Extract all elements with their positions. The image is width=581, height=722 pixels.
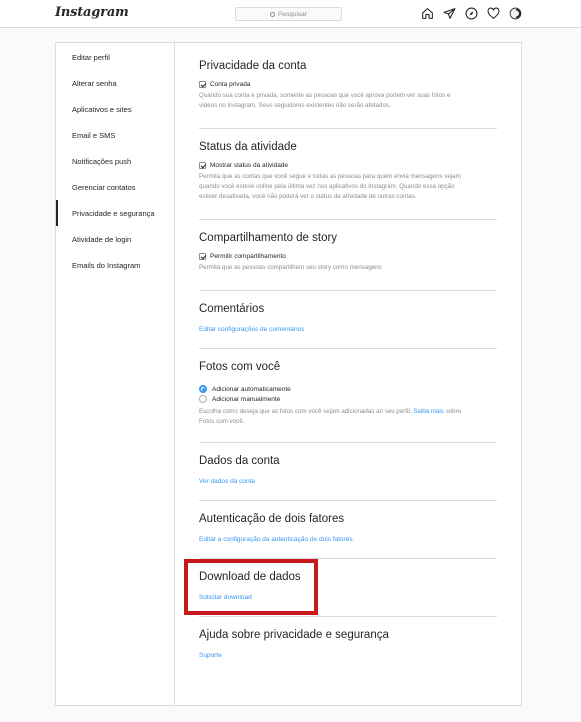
view-account-data-link[interactable]: Ver dados da conta — [199, 478, 497, 485]
request-download-link[interactable]: Solicitar download — [199, 594, 497, 601]
add-automatically-radio[interactable] — [199, 385, 207, 393]
settings-content: Privacidade da conta Conta privada Quand… — [175, 43, 521, 675]
section-title: Status da atividade — [199, 141, 297, 153]
allow-sharing-option[interactable]: Permitir compartilhamento — [199, 253, 497, 260]
help-text-part: Escolha como deseja que as fotos com voc… — [199, 408, 412, 415]
help-text: Permita que as contas que você segue e t… — [199, 172, 497, 202]
sidebar-item-instagram-emails[interactable]: Emails do Instagram — [56, 252, 174, 278]
section-account-privacy: Privacidade da conta Conta privada Quand… — [199, 43, 497, 129]
profile-avatar[interactable] — [509, 7, 522, 20]
instagram-logo[interactable]: Instagram — [55, 5, 129, 20]
show-activity-option[interactable]: Mostrar status da atividade — [199, 162, 497, 169]
checkbox-label: Mostrar status da atividade — [210, 162, 289, 169]
home-icon[interactable] — [421, 7, 434, 20]
help-line: Quando sua conta é privada, somente as p… — [199, 92, 451, 99]
sidebar-item-apps-sites[interactable]: Aplicativos e sites — [56, 96, 174, 122]
sidebar-item-edit-profile[interactable]: Editar perfil — [56, 44, 174, 70]
settings-card: Editar perfil Alterar senha Aplicativos … — [55, 42, 522, 706]
section-activity-status: Status da atividade Mostrar status da at… — [199, 129, 497, 220]
checkbox-label: Permitir compartilhamento — [210, 253, 286, 260]
sidebar-item-login-activity[interactable]: Atividade de login — [56, 226, 174, 252]
nav-icons — [421, 7, 522, 20]
search-icon — [270, 11, 276, 17]
settings-sidebar: Editar perfil Alterar senha Aplicativos … — [56, 43, 175, 705]
support-link[interactable]: Suporte — [199, 652, 497, 659]
section-title: Autenticação de dois fatores — [199, 513, 345, 525]
help-line: Permita que as contas que você segue e t… — [199, 173, 461, 180]
section-title: Fotos com você — [199, 361, 281, 373]
show-activity-checkbox[interactable] — [199, 162, 206, 169]
edit-comment-settings-link[interactable]: Editar configurações de comentários — [199, 326, 497, 333]
section-title: Privacidade da conta — [199, 60, 307, 72]
radio-label: Adicionar automaticamente — [212, 385, 291, 393]
checkbox-label: Conta privada — [210, 81, 251, 88]
help-line: vídeos no Instagram. Seus seguidores exi… — [199, 102, 391, 109]
photos-radio-group: Adicionar automaticamente Adicionar manu… — [199, 384, 497, 404]
add-manually-option[interactable]: Adicionar manualmente — [199, 394, 497, 404]
help-text: Permita que as pessoas compartilhem seu … — [199, 264, 382, 271]
allow-sharing-checkbox[interactable] — [199, 253, 206, 260]
section-account-data: Dados da conta Ver dados da conta — [199, 443, 497, 501]
direct-icon[interactable] — [443, 7, 456, 20]
section-story-sharing: Compartilhamento de story Permitir compa… — [199, 220, 497, 291]
section-privacy-help: Ajuda sobre privacidade e segurança Supo… — [199, 617, 497, 675]
section-title: Ajuda sobre privacidade e segurança — [199, 629, 389, 641]
search-input[interactable]: Pesquisar — [235, 7, 342, 21]
sidebar-item-push-notifications[interactable]: Notificações push — [56, 148, 174, 174]
help-text: Quando sua conta é privada, somente as p… — [199, 91, 497, 111]
section-two-factor: Autenticação de dois fatores Editar a co… — [199, 501, 497, 559]
search-placeholder: Pesquisar — [278, 10, 307, 18]
help-line: quando você esteve online pela última ve… — [199, 183, 455, 190]
heart-icon[interactable] — [487, 7, 500, 20]
private-account-checkbox[interactable] — [199, 81, 206, 88]
sidebar-item-privacy-security[interactable]: Privacidade e segurança — [56, 200, 174, 226]
radio-label: Adicionar manualmente — [212, 395, 281, 403]
section-title: Comentários — [199, 303, 265, 315]
section-photos-of-you: Fotos com você Adicionar automaticamente… — [199, 349, 497, 443]
add-automatically-option[interactable]: Adicionar automaticamente — [199, 384, 497, 394]
section-data-download: Download de dados Solicitar download — [199, 559, 497, 617]
learn-more-link[interactable]: Saiba mais — [413, 408, 444, 415]
help-line: Escolha como deseja que as fotos com voc… — [199, 407, 497, 417]
help-line: Fotos com você. — [199, 418, 245, 425]
private-account-option[interactable]: Conta privada — [199, 81, 497, 88]
add-manually-radio[interactable] — [199, 395, 207, 403]
help-line: estiver desativada, você não poderá ver … — [199, 193, 417, 200]
explore-icon[interactable] — [465, 7, 478, 20]
section-title: Compartilhamento de story — [199, 232, 338, 244]
sidebar-item-manage-contacts[interactable]: Gerenciar contatos — [56, 174, 174, 200]
sidebar-item-email-sms[interactable]: Email e SMS — [56, 122, 174, 148]
section-comments: Comentários Editar configurações de come… — [199, 291, 497, 349]
section-title: Download de dados — [199, 571, 301, 583]
edit-two-factor-link[interactable]: Editar a configuração da autenticação de… — [199, 536, 497, 543]
top-navigation-bar: Instagram Pesquisar — [0, 0, 581, 28]
help-text: Escolha como deseja que as fotos com voc… — [199, 407, 497, 427]
sidebar-item-change-password[interactable]: Alterar senha — [56, 70, 174, 96]
section-title: Dados da conta — [199, 455, 280, 467]
help-text-part: sobre — [445, 408, 462, 415]
